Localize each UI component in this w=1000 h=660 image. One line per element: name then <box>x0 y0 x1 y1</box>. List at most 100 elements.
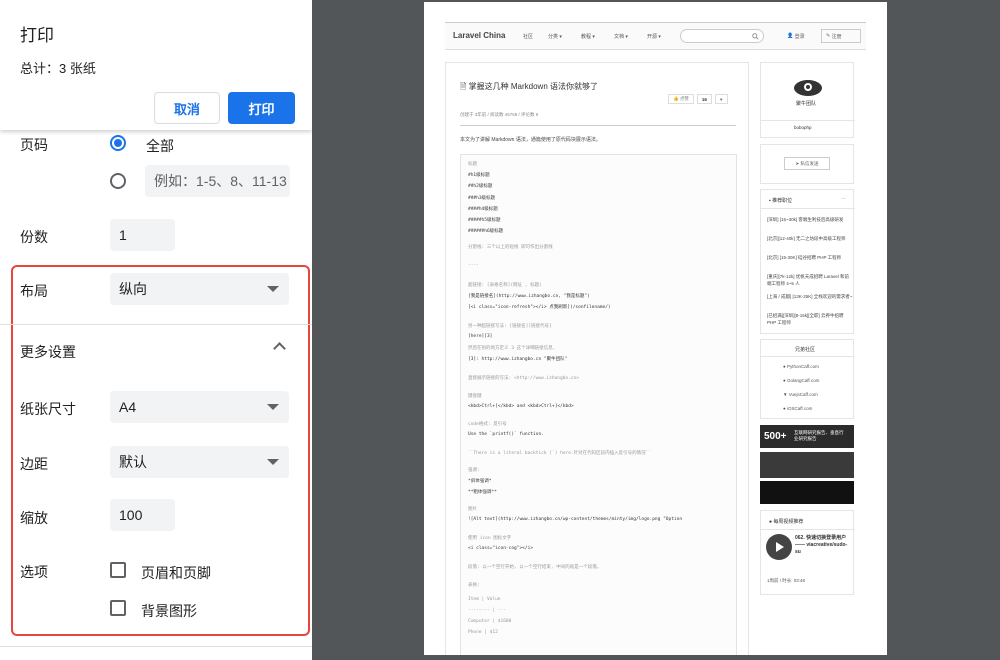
preview-nav-item: 分类 ▾ <box>548 34 562 40</box>
cancel-button[interactable]: 取消 <box>154 92 220 124</box>
margins-value: 默认 <box>119 454 147 470</box>
thumb-up-icon: 👍 <box>673 96 680 101</box>
preview-like-text: 点赞 <box>679 96 689 101</box>
code-line: 段落: 以一个空行开始, 以一个空行结束, 中间的就是一个段落。 <box>468 565 602 570</box>
divider <box>460 125 736 126</box>
code-line: ---- <box>468 263 479 268</box>
code-line: #####h5级标题 <box>468 218 501 223</box>
preview-nav-item: 开源 ▾ <box>647 34 661 40</box>
preview-job-item: [深圳] [15~30k] 客端生利技后高级研发 <box>767 217 844 222</box>
preview-community-item-text: GolangCaff.com <box>786 378 820 383</box>
code-line: 表格: <box>468 583 480 588</box>
preview-like-count: 16 <box>696 94 712 104</box>
preview-job-item: [已招满][深圳][8-15k][全职] 云养牛招聘 PHP 工程师 <box>767 313 844 325</box>
copies-input[interactable]: 1 <box>110 219 175 251</box>
heart-icon: ♥ <box>714 94 728 104</box>
copies-label: 份数 <box>20 229 48 245</box>
code-line: 标题 <box>468 162 477 167</box>
preview-article-title: 🗎 掌握这几种 Markdown 语法你就够了 <box>460 81 598 95</box>
preview-community-item: ● iOSCaff.com <box>783 406 812 411</box>
preview-article-meta: 创建于 3年前 / 阅读数 45768 / 评论数 6 <box>460 112 539 117</box>
preview-search-box <box>680 29 764 43</box>
chevron-down-icon <box>267 459 279 465</box>
sheet-total: 总计：3 张纸 <box>20 61 96 76</box>
preview-job-item: [重庆][7k-12k] 优帆天成招聘 Laravel 和前端工程师 4~5 人 <box>767 274 850 286</box>
code-line: Use the `printf()` function. <box>468 432 544 437</box>
more-settings-label[interactable]: 更多设置 <box>20 342 76 362</box>
preview-article: 🗎 掌握这几种 Markdown 语法你就够了 👍 点赞 16 ♥ 创建于 3年… <box>445 62 749 655</box>
preview-jobs-title: ▪ 推荐职位 <box>769 197 792 204</box>
logo-icon <box>794 80 822 96</box>
pages-all-radio[interactable] <box>110 135 126 151</box>
layout-label: 布局 <box>20 283 48 299</box>
headers-footers-label: 页眉和页脚 <box>141 565 211 581</box>
code-line: [我是链接名](http://www.izhangbo.cn, "我是标题") <box>468 294 590 299</box>
code-line: ![Alt text](http://www.izhangbo.cn/wp-co… <box>468 517 683 522</box>
preview-community-item-text: PythonCaff.com <box>786 364 819 369</box>
preview-code-block: 标题 #h1级标题 ##h2级标题 ###h3级标题 ####h4级标题 #####h5级… <box>460 154 737 655</box>
layout-value: 纵向 <box>119 281 147 297</box>
pages-all-label: 全部 <box>146 138 174 154</box>
chevron-down-icon <box>267 286 279 292</box>
paper-size-select[interactable]: A4 <box>110 391 289 423</box>
code-line: 分割线: 三个以上的短线 即可作出分割线 <box>468 245 553 250</box>
print-button[interactable]: 打印 <box>228 92 295 124</box>
preview-community-item-text: iOSCaff.com <box>786 406 813 411</box>
preview-article-intro: 本文为了讲解 Markdown 语法，通篇使用了原代码块展示语法。 <box>460 137 601 143</box>
divider <box>0 324 312 325</box>
divider <box>761 208 855 209</box>
code-line: 直接展示链接的写法: <http://www.izhangbo.cn> <box>468 376 579 381</box>
preview-article-title-text: 掌握这几种 Markdown 语法你就够了 <box>468 82 599 91</box>
layout-select[interactable]: 纵向 <box>110 273 289 305</box>
code-line: <i class="icon-cog"></i> <box>468 546 534 551</box>
code-line: ####h4级标题 <box>468 207 498 212</box>
code-line: Phone | $12 <box>468 630 498 635</box>
background-graphics-checkbox[interactable] <box>110 600 126 616</box>
code-line: -------- | --- <box>468 608 506 613</box>
preview-like: 👍 点赞 <box>668 94 694 104</box>
preview-community-item-text: VuejsCaff.com <box>788 392 818 397</box>
code-line: ######h6级标题 <box>468 229 504 234</box>
headers-footers-checkbox[interactable] <box>110 562 126 578</box>
preview-video-name: 062. 快速切换登录用户 —— viacreative/sudo-su <box>795 535 848 555</box>
preview-navbar: Laravel China 社区 分类 ▾ 教程 ▾ 文档 ▾ 开源 ▾ 👤 登… <box>445 22 866 50</box>
code-line: **粗体强调** <box>468 490 497 495</box>
code-line: 使用 icon 图标文字 <box>468 536 512 541</box>
play-icon <box>766 534 792 560</box>
code-line: ``There is a literal backtick (`) here.针… <box>468 451 652 456</box>
preview-banner-ad <box>760 452 854 478</box>
preview-video-card: ● 每周视频推荐 062. 快速切换登录用户 —— viacreative/su… <box>760 510 855 595</box>
code-line: *斜体强调* <box>468 479 492 484</box>
user-icon: 👤 <box>787 33 795 39</box>
divider <box>761 529 855 530</box>
preview-community-title: 兄弟社区 <box>795 347 816 353</box>
code-line: #h1级标题 <box>468 173 490 178</box>
code-line: Computer | $1600 <box>468 619 512 624</box>
pages-custom-input[interactable]: 例如：1-5、8、11-13 <box>145 165 290 197</box>
dialog-title: 打印 <box>20 26 54 45</box>
print-settings-panel: 打印 总计：3 张纸 取消 打印 页码 全部 例如：1-5、8、11-13 份数… <box>0 0 312 660</box>
options-label: 选项 <box>20 564 48 580</box>
code-line: ###h3级标题 <box>468 196 496 201</box>
preview-send-text: 私信发送 <box>800 160 819 166</box>
code-line: 然后在别的地方定义 3 这个详细链接信息, <box>468 346 556 351</box>
code-line: 图片 <box>468 507 477 512</box>
preview-register: ✎ 注册 <box>821 29 861 43</box>
print-preview-page: Laravel China 社区 分类 ▾ 教程 ▾ 文档 ▾ 开源 ▾ 👤 登… <box>424 2 887 655</box>
code-line: 另一种超链接写法: [链接名][链接代号] <box>468 324 552 329</box>
preview-banner-ad <box>760 481 854 504</box>
paper-size-value: A4 <box>119 399 137 415</box>
code-line: code格式: 反引号 <box>468 422 507 427</box>
print-header: 打印 总计：3 张纸 取消 打印 <box>0 0 312 130</box>
preview-nav-item: 社区 <box>523 34 534 40</box>
preview-community-item: ● PythonCaff.com <box>783 364 819 369</box>
margins-select[interactable]: 默认 <box>110 446 289 478</box>
preview-nav-item: 文档 ▾ <box>614 34 628 40</box>
scale-input[interactable]: 100 <box>110 499 175 531</box>
preview-banner-sub: 互联网研究报告、垂直行业研究报告 <box>794 430 844 441</box>
pages-label: 页码 <box>20 137 48 153</box>
preview-community-card: 兄弟社区 ● PythonCaff.com ● GolangCaff.com ▼… <box>760 339 855 419</box>
pages-custom-radio[interactable] <box>110 173 126 189</box>
more-icon: ··· <box>841 196 846 201</box>
margins-label: 边距 <box>20 456 48 472</box>
